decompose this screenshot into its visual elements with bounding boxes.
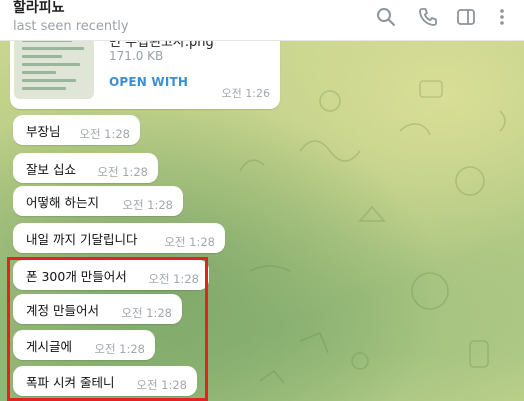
message-bubble[interactable]: 부장님 오전 1:28 bbox=[13, 115, 140, 145]
message-text: 어떻해 하는지 bbox=[26, 195, 99, 210]
chat-header: 할라피뇨 last seen recently bbox=[0, 0, 524, 41]
message-time: 오전 1:28 bbox=[136, 378, 187, 392]
message-text: 내일 까지 기달립니다 bbox=[26, 232, 138, 247]
message-bubble[interactable]: 폰 300개 만들어서 오전 1:28 bbox=[13, 260, 209, 290]
file-thumbnail[interactable] bbox=[14, 41, 94, 99]
message-time: 오전 1:28 bbox=[121, 306, 172, 320]
message-text: 잘보 십쇼 bbox=[26, 162, 76, 177]
message-bubble[interactable]: 잘보 십쇼 오전 1:28 bbox=[13, 153, 158, 183]
phone-icon[interactable] bbox=[418, 7, 438, 27]
message-text: 계정 만들어서 bbox=[26, 303, 99, 318]
search-icon[interactable] bbox=[376, 7, 396, 27]
message-bubble[interactable]: 폭파 시켜 줄테니 오전 1:28 bbox=[13, 366, 197, 396]
chat-status: last seen recently bbox=[13, 19, 129, 34]
message-time: 오전 1:28 bbox=[79, 127, 130, 141]
message-time: 오전 1:26 bbox=[221, 87, 270, 100]
file-message[interactable]: 변 수집된고사.png 171.0 KB OPEN WITH 오전 1:26 bbox=[10, 41, 280, 109]
chat-area[interactable]: 변 수집된고사.png 171.0 KB OPEN WITH 오전 1:26 부… bbox=[0, 41, 524, 401]
message-bubble[interactable]: 계정 만들어서 오전 1:28 bbox=[13, 294, 182, 324]
more-vertical-icon[interactable] bbox=[492, 7, 512, 27]
chat-title[interactable]: 할라피뇨 bbox=[13, 0, 65, 16]
message-bubble[interactable]: 어떻해 하는지 오전 1:28 bbox=[13, 186, 183, 216]
message-time: 오전 1:28 bbox=[164, 235, 215, 249]
message-time: 오전 1:28 bbox=[97, 165, 148, 179]
message-bubble[interactable]: 내일 까지 기달립니다 오전 1:28 bbox=[13, 223, 225, 253]
message-text: 폰 300개 만들어서 bbox=[26, 269, 127, 284]
message-time: 오전 1:28 bbox=[148, 272, 199, 286]
open-with-button[interactable]: OPEN WITH bbox=[109, 75, 188, 89]
message-time: 오전 1:28 bbox=[122, 198, 173, 212]
file-size: 171.0 KB bbox=[109, 49, 164, 63]
message-text: 게시글에 bbox=[26, 339, 73, 354]
message-text: 폭파 시켜 줄테니 bbox=[26, 375, 115, 390]
sidebar-toggle-icon[interactable] bbox=[456, 7, 476, 27]
message-bubble[interactable]: 게시글에 오전 1:28 bbox=[13, 330, 155, 360]
message-text: 부장님 bbox=[26, 124, 61, 139]
message-time: 오전 1:28 bbox=[94, 342, 145, 356]
